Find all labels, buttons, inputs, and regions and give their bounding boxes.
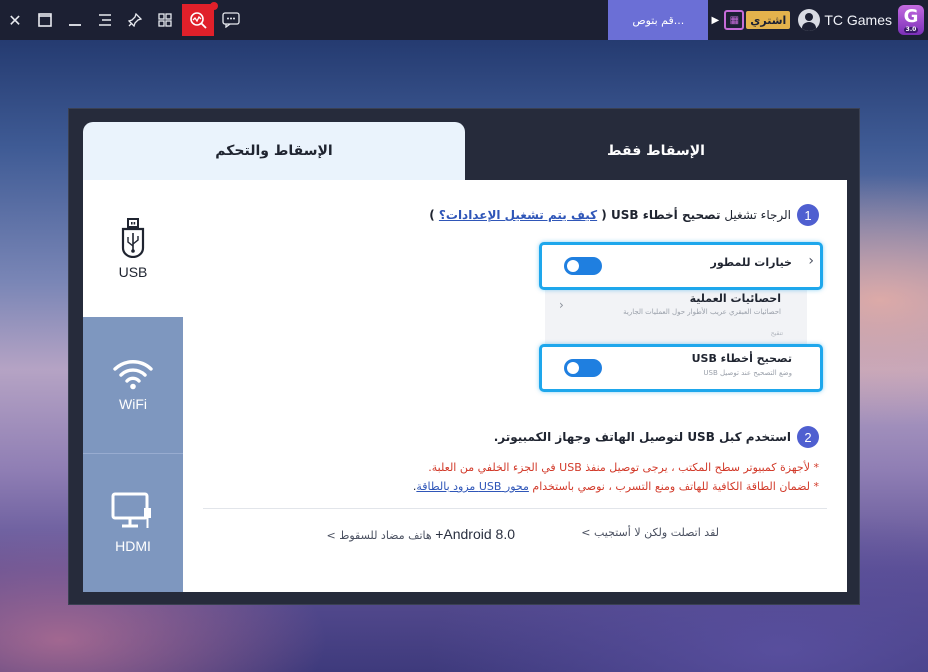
menu-icon[interactable] (90, 0, 120, 40)
android-suffix: هاتف مضاد للسقوط > (326, 529, 436, 542)
buy-label: اشتري (750, 13, 787, 27)
wifi-icon (113, 360, 153, 390)
app-logo-icon: G 3.0 (898, 5, 924, 35)
step-2-bold: استخدم كبل USB لتوصيل الهاتف وجهاز الكمب… (493, 430, 791, 444)
step-1: 1 الرجاء تشغيل تصحيح أخطاء USB ( كيف يتم… (429, 204, 819, 226)
tab-projection-control[interactable]: الإسقاط والتحكم (83, 122, 465, 180)
tab-projection-only[interactable]: الإسقاط فقط (465, 122, 847, 180)
sidebar-item-usb[interactable]: USB (83, 180, 183, 317)
mockup-section-label: تنقيح (770, 330, 783, 337)
maximize-icon[interactable] (30, 0, 60, 40)
step-2-text: استخدم كبل USB لتوصيل الهاتف وجهاز الكمب… (494, 430, 791, 444)
notice-banner[interactable]: ...قم بتوص (608, 0, 709, 40)
logo-version: 3.0 (903, 25, 919, 33)
toggle-switch-icon (564, 359, 602, 377)
chevron-left-icon: ‹ (808, 253, 814, 269)
buy-button[interactable]: اشتري (746, 11, 791, 29)
mockup-process-stats-sub: احصائيات العبقري عريب الأطوار حول العملي… (623, 308, 781, 316)
android-8-link[interactable]: Android 8.0+ هاتف مضاد للسقوط > (326, 526, 515, 542)
chat-icon[interactable] (216, 0, 246, 40)
search-chart-icon[interactable] (182, 2, 218, 36)
connected-no-response-link[interactable]: لقد اتصلت ولكن لا أستجيب > (581, 526, 719, 539)
connection-sidebar: USB WiFi HDMI (83, 180, 183, 592)
power-note: * لضمان الطاقة الكافية للهاتف ومنع التسر… (413, 480, 819, 493)
window-toolbar: ✕ (0, 0, 246, 40)
sidebar-item-hdmi[interactable]: HDMI (83, 453, 183, 592)
close-icon[interactable]: ✕ (0, 0, 30, 40)
step-2: 2 استخدم كبل USB لتوصيل الهاتف وجهاز الك… (494, 426, 819, 448)
play-arrow-icon[interactable]: ▶ (708, 0, 722, 40)
usb-debugging-highlight: تصحيح أخطاء USB وضع التصحيح عند توصيل US… (539, 344, 823, 392)
sidebar-label-hdmi: HDMI (115, 538, 151, 554)
settings-mockup: احصائيات العملية احصائيات العبقري عريب ا… (533, 242, 823, 392)
android-version: Android 8.0+ (435, 526, 515, 542)
usb-icon (121, 217, 145, 258)
toggle-switch-icon (564, 257, 602, 275)
usb-instructions: 1 الرجاء تشغيل تصحيح أخطاء USB ( كيف يتم… (183, 180, 847, 592)
step-2-number: 2 (797, 426, 819, 448)
mockup-usb-debugging-sub: وضع التصحيح عند توصيل USB (703, 369, 792, 377)
step-1-paren-open: ( (597, 208, 611, 222)
sidebar-item-wifi[interactable]: WiFi (83, 317, 183, 453)
step-1-prefix: الرجاء تشغيل (720, 208, 791, 222)
grid-icon[interactable] (150, 0, 180, 40)
mockup-process-stats: احصائيات العملية (689, 292, 781, 305)
mockup-usb-debugging: تصحيح أخطاء USB (691, 352, 792, 365)
powered-usb-hub-link[interactable]: محور USB مزود بالطاقة (416, 480, 529, 493)
logo-letter: G (903, 5, 919, 27)
developer-options-highlight: ‹ خيارات للمطور (539, 242, 823, 290)
power-note-prefix: * لضمان الطاقة الكافية للهاتف ومنع التسر… (528, 480, 819, 493)
mockup-developer-options: خيارات للمطور (710, 256, 792, 269)
step-1-paren-close: ) (429, 208, 439, 222)
calendar-grid-icon[interactable]: ▦ (724, 10, 745, 30)
step-1-number: 1 (797, 204, 819, 226)
avatar-icon[interactable] (798, 9, 821, 31)
pin-icon[interactable] (120, 0, 150, 40)
title-bar: ✕ ...قم بتوص ▶ ▦ اشتري TC Games G 3.0 (0, 0, 928, 40)
connection-dialog: الإسقاط والتحكم الإسقاط فقط USB WiFi HDM… (68, 108, 860, 605)
divider (203, 508, 827, 509)
how-to-enable-settings-link[interactable]: كيف يتم تشغيل الإعدادات؟ (439, 208, 597, 222)
hdmi-monitor-icon (111, 492, 151, 528)
sidebar-label-wifi: WiFi (119, 396, 147, 412)
step-1-text: الرجاء تشغيل تصحيح أخطاء USB ( كيف يتم ت… (429, 208, 791, 222)
minimize-icon[interactable] (60, 0, 90, 40)
app-name: TC Games (824, 12, 892, 28)
sidebar-label-usb: USB (118, 263, 148, 280)
chevron-left-icon: ‹ (559, 298, 564, 312)
desktop-note: * لأجهزة كمبيوتر سطح المكتب ، يرجى توصيل… (428, 461, 819, 474)
content-panel: USB WiFi HDMI 1 الرجاء تشغيل تصحيح أخطاء… (83, 180, 847, 592)
step-1-bold: تصحيح أخطاء USB (610, 208, 721, 222)
